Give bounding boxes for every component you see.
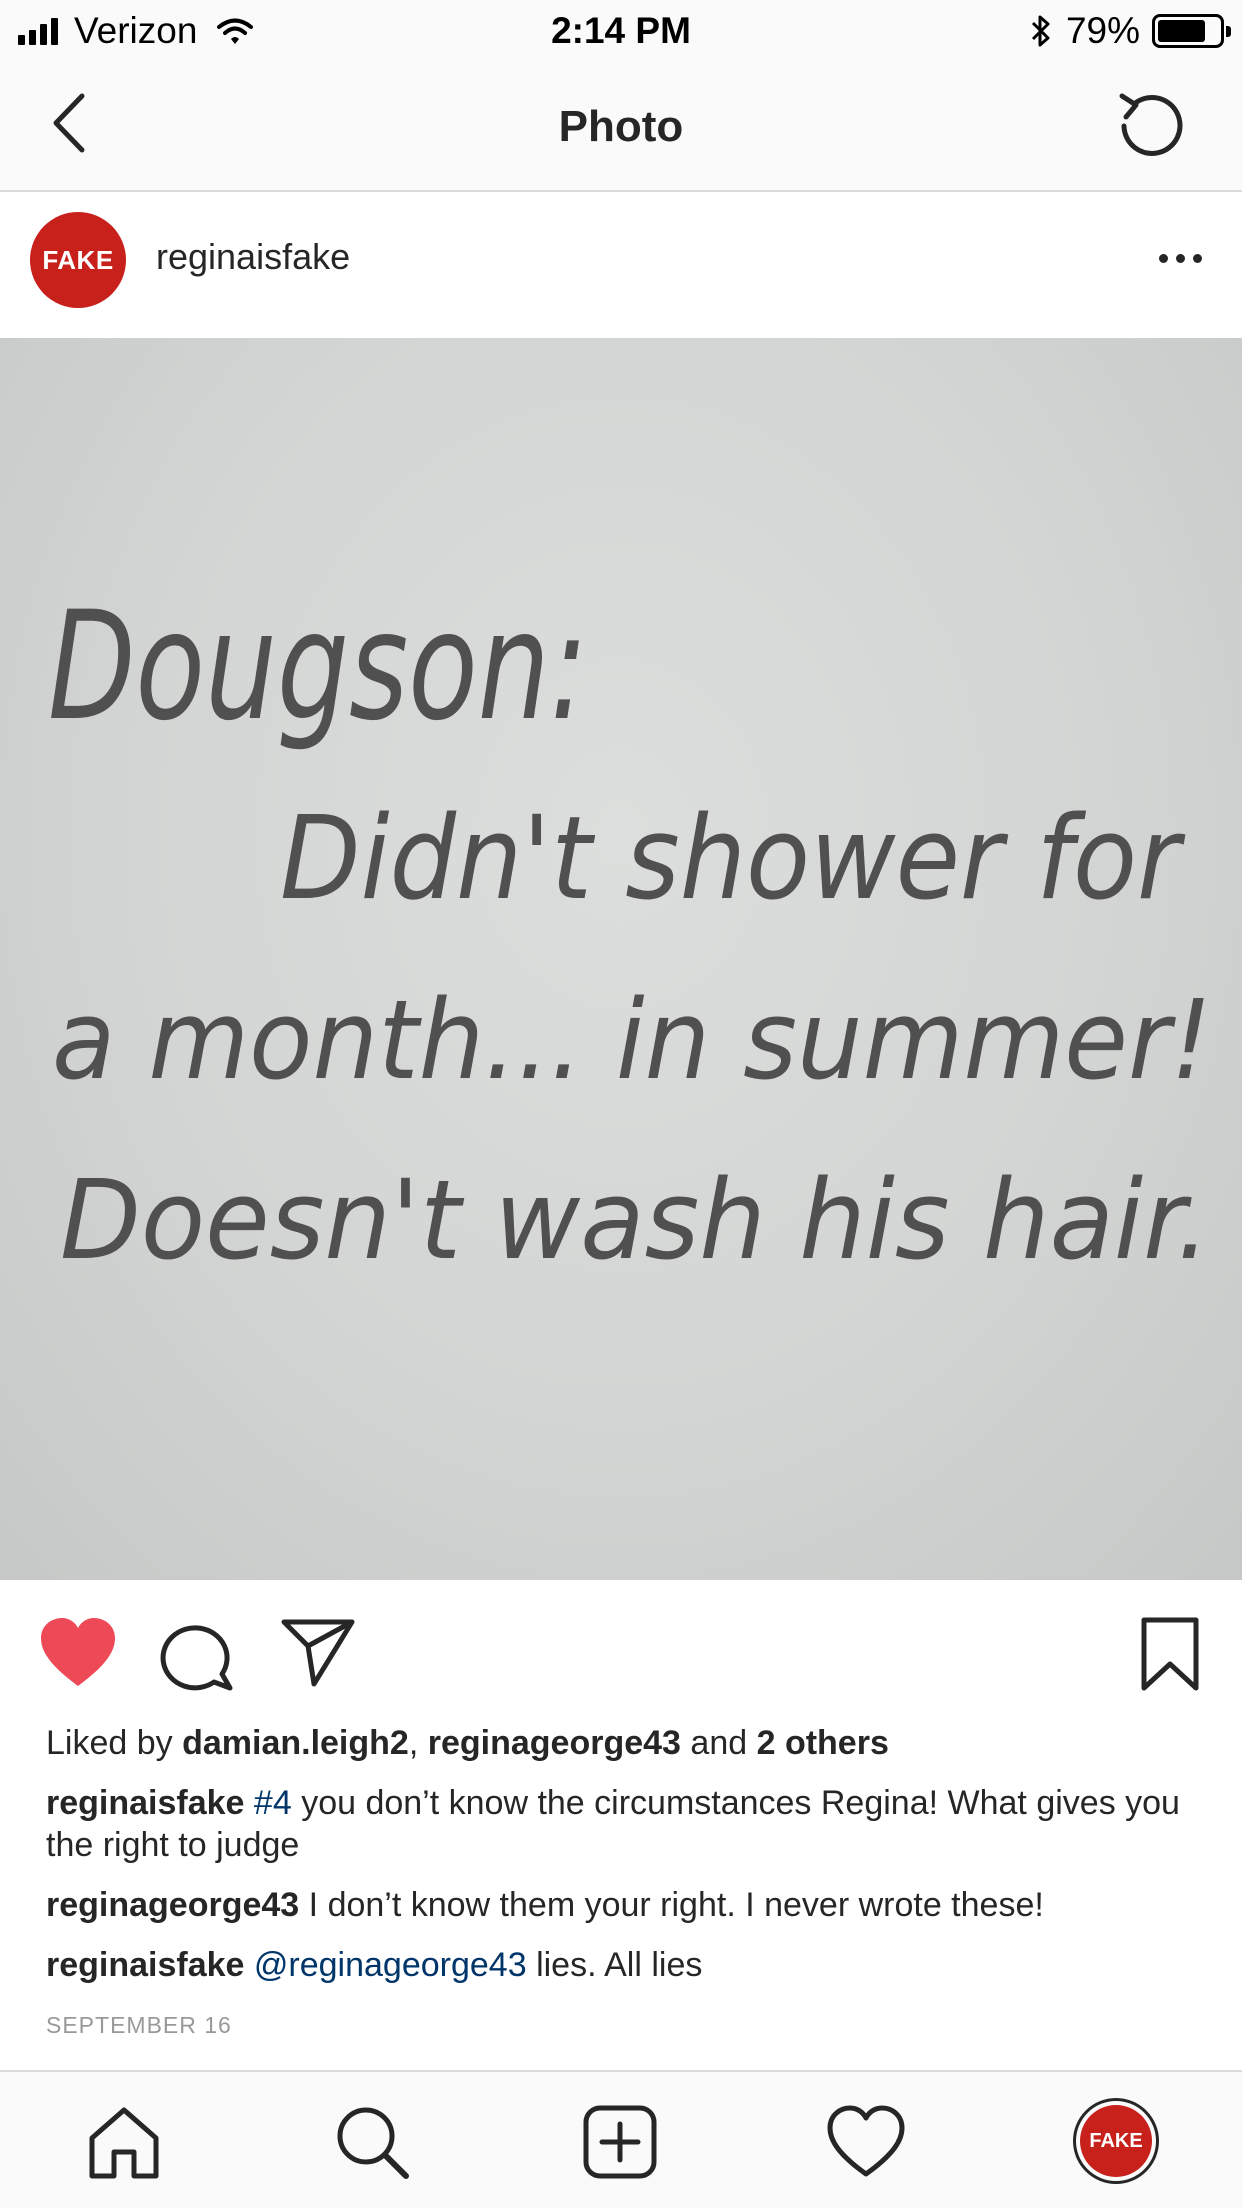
- comment: reginageorge43 I don’t know them your ri…: [46, 1884, 1206, 1926]
- avatar-text: FAKE: [42, 244, 114, 275]
- post-username[interactable]: reginaisfake: [156, 236, 350, 278]
- note-line-3: a month... in summer!: [52, 976, 1212, 1104]
- note-line-1: Dougson:: [48, 580, 588, 754]
- comment-username[interactable]: reginaisfake: [46, 1946, 244, 1984]
- add-post-icon[interactable]: [580, 2102, 660, 2182]
- comment-text: lies. All lies: [536, 1946, 703, 1984]
- heart-filled-icon[interactable]: [38, 1616, 118, 1690]
- note-line-4: Doesn't wash his hair.: [60, 1156, 1210, 1284]
- share-icon[interactable]: [280, 1616, 356, 1688]
- tab-bar: FAKE: [0, 2070, 1242, 2208]
- likes-line: Liked by damian.leigh2, reginageorge43 a…: [46, 1722, 1206, 1764]
- likes-others[interactable]: 2 others: [757, 1724, 889, 1762]
- bookmark-icon[interactable]: [1140, 1616, 1200, 1692]
- likes-separator: ,: [408, 1724, 419, 1762]
- activity-heart-icon[interactable]: [826, 2102, 906, 2182]
- avatar[interactable]: FAKE: [30, 212, 126, 308]
- post-actions: [0, 1580, 1242, 1720]
- comment: reginaisfake @reginageorge43 lies. All l…: [46, 1944, 1206, 1986]
- post-header: FAKE reginaisfake: [0, 192, 1242, 338]
- mention-link[interactable]: @reginageorge43: [254, 1946, 527, 1984]
- liker-username[interactable]: damian.leigh2: [182, 1724, 409, 1762]
- handwritten-note: Dougson: Didn't shower for a month... in…: [48, 580, 1212, 1284]
- likes-prefix: Liked by: [46, 1724, 173, 1762]
- note-line-2: Didn't shower for: [280, 792, 1186, 926]
- profile-avatar-text: FAKE: [1080, 2105, 1152, 2177]
- likes-and: and: [690, 1724, 748, 1762]
- post-details: Liked by damian.leigh2, reginageorge43 a…: [46, 1722, 1206, 2046]
- post-photo[interactable]: Dougson: Didn't shower for a month... in…: [0, 338, 1242, 1580]
- hashtag-link[interactable]: #4: [254, 1784, 292, 1822]
- bluetooth-icon: [1031, 15, 1050, 47]
- comment-username[interactable]: reginageorge43: [46, 1886, 299, 1924]
- page-title: Photo: [558, 102, 684, 151]
- comment-icon[interactable]: [160, 1616, 234, 1692]
- more-horizontal-icon[interactable]: [1155, 244, 1206, 273]
- profile-avatar-icon[interactable]: FAKE: [1073, 2098, 1159, 2184]
- search-icon[interactable]: [332, 2102, 412, 2182]
- post-date: SEPTEMBER 16: [46, 2012, 232, 2038]
- caption: reginaisfake #4 you don’t know the circu…: [46, 1782, 1206, 1866]
- battery-icon: [1152, 14, 1231, 48]
- liker-username[interactable]: reginageorge43: [428, 1724, 681, 1762]
- battery-fill: [1158, 20, 1206, 42]
- battery-percent: 79%: [1065, 10, 1140, 51]
- comment-username[interactable]: reginaisfake: [46, 1784, 244, 1822]
- status-bar: Verizon 2:14 PM 79%: [0, 0, 1242, 62]
- comment-text: I don’t know them your right. I never wr…: [308, 1886, 1044, 1924]
- navigation-bar: Photo: [0, 62, 1242, 192]
- status-right: 79%: [1030, 10, 1231, 52]
- home-icon[interactable]: [84, 2102, 164, 2182]
- refresh-icon[interactable]: [1112, 86, 1192, 166]
